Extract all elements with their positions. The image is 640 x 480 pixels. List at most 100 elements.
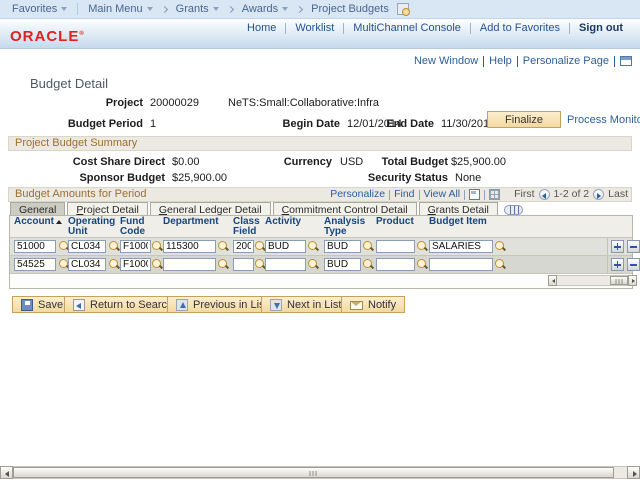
return-arrow-icon <box>73 299 85 311</box>
operating-unit-input[interactable] <box>68 258 106 271</box>
personalize-page-link[interactable]: Personalize Page <box>518 55 614 67</box>
notify-button[interactable]: Notify <box>341 296 405 313</box>
operating-unit-lookup-icon[interactable] <box>109 241 120 252</box>
help-link[interactable]: Help <box>484 55 517 67</box>
sign-out-link[interactable]: Sign out <box>570 22 632 34</box>
find-link[interactable]: Find <box>390 188 418 201</box>
pager-first-label[interactable]: First <box>514 188 534 201</box>
product-input[interactable] <box>376 240 415 253</box>
return-to-search-button[interactable]: Return to Search <box>64 296 182 313</box>
budget-item-lookup-icon[interactable] <box>495 241 506 252</box>
fund-code-input[interactable] <box>120 258 151 271</box>
activity-lookup-icon[interactable] <box>308 241 319 252</box>
activity-lookup-icon[interactable] <box>308 259 319 270</box>
account-input[interactable] <box>14 240 56 253</box>
column-header-budget-item[interactable]: Budget Item <box>429 217 487 227</box>
class-field-input[interactable] <box>233 240 254 253</box>
column-header-product[interactable]: Product <box>376 217 414 227</box>
project-label: Project <box>43 97 143 109</box>
current-page-label: Project Budgets <box>311 3 389 15</box>
product-input[interactable] <box>376 258 415 271</box>
activity-input[interactable] <box>265 240 306 253</box>
next-rows-icon[interactable] <box>593 189 604 200</box>
budget-period-value: 1 <box>150 118 156 130</box>
scrollbar-track[interactable] <box>13 466 627 479</box>
column-header-department[interactable]: Department <box>163 217 219 227</box>
product-lookup-icon[interactable] <box>417 259 428 270</box>
column-header-class-field[interactable]: Class Field <box>233 217 261 237</box>
next-in-list-button[interactable]: Next in List <box>261 296 350 313</box>
home-link[interactable]: Home <box>238 22 285 34</box>
activity-input[interactable] <box>265 258 306 271</box>
scrollbar-thumb[interactable] <box>610 276 628 285</box>
department-lookup-icon[interactable] <box>218 241 229 252</box>
worklist-link[interactable]: Worklist <box>286 22 343 34</box>
column-header-analysis-type[interactable]: Analysis Type <box>324 217 366 237</box>
add-row-button[interactable] <box>611 240 624 253</box>
column-header-account[interactable]: Account <box>14 217 62 227</box>
pager-last-label[interactable]: Last <box>608 188 628 201</box>
personalize-link[interactable]: Personalize <box>326 188 389 201</box>
department-lookup-icon[interactable] <box>218 259 229 270</box>
grid-scroll-row <box>10 274 632 288</box>
scrollbar-thumb[interactable] <box>13 467 614 478</box>
page-horizontal-scrollbar[interactable] <box>0 466 640 479</box>
scrollbar-track[interactable] <box>557 275 628 286</box>
tab-project-detail[interactable]: Project Detail <box>67 202 147 216</box>
analysis-type-input[interactable] <box>324 240 361 253</box>
scroll-right-icon[interactable] <box>628 275 637 286</box>
grants-label: Grants <box>176 3 209 15</box>
download-icon[interactable] <box>489 189 500 200</box>
budget-item-input[interactable] <box>429 240 493 253</box>
page-title: Budget Detail <box>30 76 108 91</box>
grid-horizontal-scrollbar[interactable] <box>548 275 637 286</box>
page-lookup-icon[interactable] <box>397 3 409 15</box>
add-row-button[interactable] <box>611 258 624 271</box>
delete-row-button[interactable] <box>627 258 640 271</box>
tab-commitment-control-detail[interactable]: Commitment Control Detail <box>273 202 417 216</box>
column-header-fund-code[interactable]: Fund Code <box>120 217 160 237</box>
fund-code-input[interactable] <box>120 240 151 253</box>
previous-rows-icon[interactable] <box>539 189 550 200</box>
column-header-activity[interactable]: Activity <box>265 217 301 227</box>
show-all-columns-icon[interactable] <box>504 205 523 215</box>
scroll-right-icon[interactable] <box>627 466 640 479</box>
breadcrumb-awards[interactable]: Awards <box>236 3 294 15</box>
class-field-input[interactable] <box>233 258 254 271</box>
multichannel-console-link[interactable]: MultiChannel Console <box>344 22 470 34</box>
tab-grants-detail[interactable]: Grants Detail <box>419 202 498 216</box>
analysis-type-input[interactable] <box>324 258 361 271</box>
main-menu[interactable]: Main Menu <box>82 3 158 15</box>
window-icon[interactable] <box>620 56 632 66</box>
tab-general-ledger-detail[interactable]: General Ledger Detail <box>150 202 271 216</box>
view-all-link[interactable]: View All <box>420 188 465 201</box>
delete-row-button[interactable] <box>627 240 640 253</box>
peoplesoft-window: Favorites Main Menu Grants Awards Projec… <box>0 0 640 480</box>
tab-general[interactable]: General <box>10 202 65 216</box>
scroll-left-icon[interactable] <box>548 275 557 286</box>
account-input[interactable] <box>14 258 56 271</box>
operating-unit-lookup-icon[interactable] <box>109 259 120 270</box>
analysis-type-lookup-icon[interactable] <box>363 259 374 270</box>
budget-item-input[interactable] <box>429 258 493 271</box>
scroll-left-icon[interactable] <box>0 466 13 479</box>
fund-code-lookup-icon[interactable] <box>152 241 163 252</box>
breadcrumb-grants[interactable]: Grants <box>170 3 225 15</box>
column-header-operating-unit[interactable]: Operating Unit <box>68 217 120 237</box>
operating-unit-input[interactable] <box>68 240 106 253</box>
new-window-link[interactable]: New Window <box>409 55 483 67</box>
add-to-favorites-link[interactable]: Add to Favorites <box>471 22 569 34</box>
awards-label: Awards <box>242 3 278 15</box>
fund-code-lookup-icon[interactable] <box>152 259 163 270</box>
process-monitor-link[interactable]: Process Monitor <box>567 114 640 126</box>
finalize-button[interactable]: Finalize <box>487 111 561 128</box>
previous-in-list-label: Previous in List <box>193 299 268 311</box>
budget-item-lookup-icon[interactable] <box>495 259 506 270</box>
favorites-menu[interactable]: Favorites <box>6 3 73 15</box>
department-input[interactable] <box>163 258 216 271</box>
department-input[interactable] <box>163 240 216 253</box>
analysis-type-lookup-icon[interactable] <box>363 241 374 252</box>
total-budget-value: $25,900.00 <box>430 156 506 168</box>
zoom-grid-icon[interactable] <box>469 189 480 200</box>
product-lookup-icon[interactable] <box>417 241 428 252</box>
